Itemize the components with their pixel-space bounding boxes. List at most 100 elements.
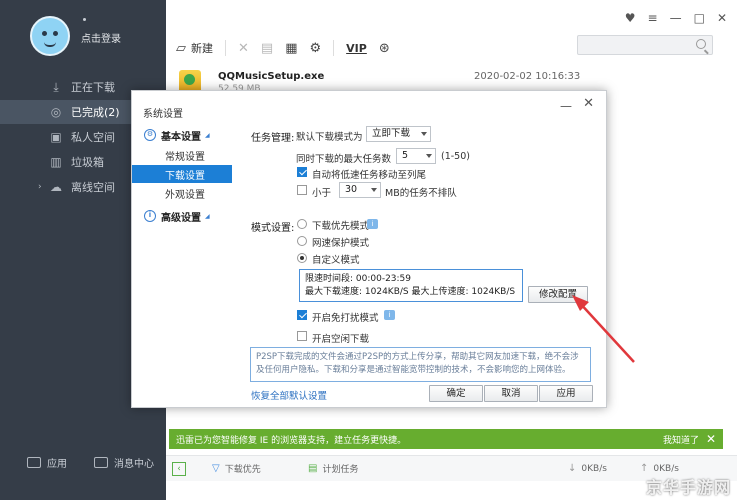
avatar-eye-right	[53, 31, 58, 36]
upload-speed-value: 0KB/s	[653, 463, 679, 474]
chevron-down-icon	[371, 188, 377, 192]
smaller-than-suffix: MB的任务不排队	[385, 188, 457, 199]
network-protect-radio[interactable]	[297, 236, 307, 246]
settings-dialog: 系统设置 — ✕ ⚙ 基本设置 ◢ 常规设置 下载设置 外观设置 i 高级设置 …	[131, 90, 607, 408]
check-circle-icon: ◎	[50, 105, 62, 119]
avatar-mouth	[44, 42, 56, 47]
tree-basic-settings[interactable]: ⚙ 基本设置 ◢	[132, 126, 232, 144]
chevron-right-icon[interactable]: ›	[38, 182, 42, 192]
new-task-button[interactable]: ▱ 新建	[176, 40, 213, 56]
notice-close-icon[interactable]: ✕	[706, 432, 716, 446]
trash-icon: ▥	[50, 155, 62, 169]
chevron-down-icon	[426, 154, 432, 158]
plan-task-label: 计划任务	[322, 465, 359, 475]
delete-button[interactable]: ✕	[238, 41, 249, 56]
sidebar-item-label: 离线空间	[71, 181, 115, 194]
default-mode-select[interactable]: 立即下载	[366, 126, 431, 142]
limit-time-text: 限速时间段: 00:00-23:59	[305, 274, 412, 284]
task-name: QQMusicSetup.exe	[218, 71, 325, 82]
lock-icon: ▣	[50, 130, 62, 144]
message-center-button[interactable]: 消息中心	[94, 455, 154, 470]
smaller-than-checkbox[interactable]	[297, 185, 307, 195]
apply-button[interactable]: 应用	[539, 385, 593, 402]
skin-icon[interactable]: ♥	[625, 11, 636, 25]
tree-label: 基本设置	[161, 131, 201, 143]
gear-icon: ⚙	[309, 40, 322, 56]
sidebar-item-label: 私人空间	[71, 131, 115, 144]
cancel-button[interactable]: 取消	[484, 385, 538, 402]
vip-label: VIP	[346, 41, 367, 55]
settings-button[interactable]: ⚙	[310, 41, 322, 56]
toolbar-divider	[333, 40, 335, 56]
plan-task-button[interactable]: ▤ 计划任务	[308, 462, 358, 475]
login-link[interactable]: 点击登录	[81, 30, 121, 45]
search-icon[interactable]	[696, 39, 706, 49]
avatar[interactable]	[30, 16, 70, 56]
new-task-label: 新建	[191, 42, 213, 55]
idle-download-checkbox[interactable]	[297, 331, 307, 341]
idle-download-label: 开启空闲下载	[312, 334, 370, 345]
modify-config-button[interactable]: 修改配置	[528, 286, 588, 303]
window-controls: ♥ ≡ — □ ✕	[625, 11, 727, 25]
toolbar-divider	[225, 40, 226, 56]
search-input[interactable]	[577, 35, 713, 55]
delete-icon: ✕	[238, 40, 249, 56]
network-protect-label: 网速保护模式	[312, 238, 370, 249]
upload-speed: ↑ 0KB/s	[640, 463, 679, 474]
custom-mode-radio[interactable]	[297, 253, 307, 263]
dialog-close-icon[interactable]: ✕	[583, 96, 594, 111]
expand-triangle-icon: ◢	[205, 131, 210, 139]
speed-limit-box: 限速时间段: 00:00-23:59 最大下载速度: 1024KB/S 最大上传…	[299, 269, 523, 302]
auto-move-checkbox[interactable]	[297, 167, 307, 177]
tree-appearance-settings[interactable]: 外观设置	[132, 184, 232, 202]
minimize-icon[interactable]: —	[670, 11, 682, 25]
menu-icon[interactable]: ≡	[648, 11, 658, 25]
new-file-icon: ▱	[176, 40, 186, 56]
up-arrow-icon: ↑	[640, 463, 649, 474]
download-first-radio[interactable]	[297, 219, 307, 229]
task-time: 2020-02-02 10:16:33	[474, 71, 581, 82]
sidebar-item-label: 垃圾箱	[71, 156, 104, 169]
sidebar-footer: 应用 消息中心	[0, 450, 166, 474]
watermark: 京华手游网	[645, 478, 731, 497]
tree-general-settings[interactable]: 常规设置	[132, 146, 232, 164]
close-icon[interactable]: ✕	[717, 11, 727, 25]
chevron-down-icon	[421, 132, 427, 136]
info-badge-icon[interactable]: i	[384, 310, 395, 320]
download-first-toggle[interactable]: ▽ 下载优先	[212, 462, 261, 475]
tree-download-settings[interactable]: 下载设置	[132, 165, 232, 183]
max-tasks-select[interactable]: 5	[396, 148, 436, 164]
vip-button[interactable]: VIP	[346, 42, 367, 55]
grid-view-button[interactable]: ▦	[285, 41, 297, 56]
restore-defaults-link[interactable]: 恢复全部默认设置	[251, 388, 327, 402]
dialog-minimize-icon[interactable]: —	[560, 99, 572, 113]
dialog-title: 系统设置	[143, 109, 183, 120]
toolbar: ▱ 新建 ✕ ▤ ▦ ⚙ VIP ⊛	[176, 36, 402, 60]
message-center-label: 消息中心	[114, 458, 154, 470]
apps-button[interactable]: 应用	[27, 455, 67, 470]
sidebar-item-label: 已完成(2)	[71, 106, 120, 119]
calendar-icon: ▤	[308, 463, 318, 474]
notice-ok-link[interactable]: 我知道了	[663, 433, 699, 446]
message-icon	[94, 456, 108, 468]
ok-button[interactable]: 确定	[429, 385, 483, 402]
properties-button[interactable]: ▤	[261, 41, 273, 56]
default-mode-label: 默认下载模式为	[296, 132, 363, 143]
tree-label: 下载设置	[165, 170, 205, 182]
cloud-icon: ☁	[50, 180, 62, 194]
document-icon: ▤	[260, 40, 274, 56]
default-mode-value: 立即下载	[372, 128, 411, 139]
info-badge-icon[interactable]: i	[367, 219, 378, 229]
smaller-than-select[interactable]: 30	[339, 182, 381, 198]
download-first-label: 下载优先	[224, 465, 261, 475]
tree-advanced-settings[interactable]: i 高级设置 ◢	[132, 207, 232, 225]
custom-mode-label: 自定义模式	[312, 255, 360, 266]
no-disturb-checkbox[interactable]	[297, 310, 307, 320]
collapse-icon[interactable]: ‹	[172, 461, 186, 476]
maximize-icon[interactable]: □	[694, 11, 705, 25]
mode-settings-heading: 模式设置:	[251, 223, 295, 234]
max-tasks-value: 5	[402, 150, 409, 161]
gift-button[interactable]: ⊛	[379, 41, 390, 56]
gear-icon: ⚙	[144, 129, 156, 141]
task-management-heading: 任务管理:	[251, 133, 295, 144]
